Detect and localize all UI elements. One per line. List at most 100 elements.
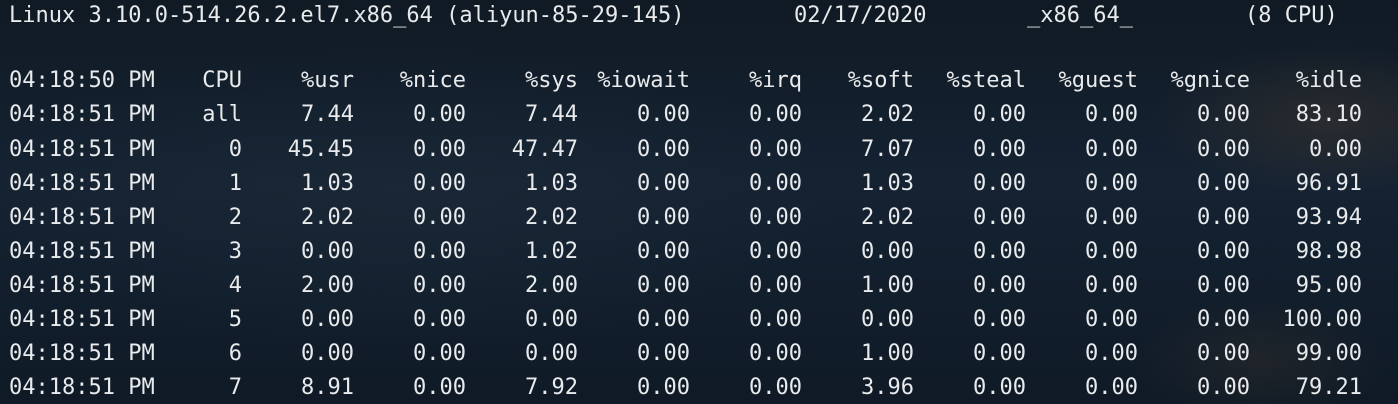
cell-iowait: 0.00 [637, 239, 690, 264]
cell-iowait: 0.00 [637, 341, 690, 366]
table-row: 04:18:51 PM all 7.44 0.00 7.44 0.00 0.00… [9, 99, 1362, 131]
cell-gnice: 0.00 [1197, 171, 1250, 196]
cell-steal: 0.00 [973, 137, 1026, 162]
cell-soft: 2.02 [861, 102, 914, 127]
cell-iowait: 0.00 [637, 171, 690, 196]
cell-idle: 79.21 [1295, 375, 1362, 400]
column-header-guest: %guest [1058, 68, 1138, 93]
table-row: 04:18:51 PM 6 0.00 0.00 0.00 0.00 0.00 1… [9, 338, 1362, 370]
column-header-gnice: %gnice [1170, 68, 1250, 93]
cell-cpu: 2 [228, 205, 242, 230]
cell-idle: 96.91 [1295, 171, 1362, 196]
terminal-window[interactable]: Linux 3.10.0-514.26.2.el7.x86_64 (aliyun… [0, 0, 1398, 404]
cell-cpu: 7 [228, 375, 242, 400]
cell-idle: 100.00 [1282, 307, 1362, 332]
cell-irq: 0.00 [749, 205, 802, 230]
cell-nice: 0.00 [413, 171, 466, 196]
cell-sys: 1.02 [525, 239, 578, 264]
cell-usr: 7.44 [301, 102, 354, 127]
cell-irq: 0.00 [749, 341, 802, 366]
cell-usr: 8.91 [301, 375, 354, 400]
table-row: 04:18:51 PM 4 2.00 0.00 2.00 0.00 0.00 1… [9, 270, 1362, 302]
kernel-info: Linux 3.10.0-514.26.2.el7.x86_64 (aliyun… [9, 3, 685, 28]
cell-usr: 0.00 [301, 341, 354, 366]
cell-steal: 0.00 [973, 375, 1026, 400]
cell-guest: 0.00 [1085, 307, 1138, 332]
cell-iowait: 0.00 [637, 307, 690, 332]
cell-cpu: 4 [228, 273, 242, 298]
table-row: 04:18:51 PM 1 1.03 0.00 1.03 0.00 0.00 1… [9, 168, 1362, 200]
cell-usr: 1.03 [301, 171, 354, 196]
cell-usr: 2.02 [301, 205, 354, 230]
cell-nice: 0.00 [413, 239, 466, 264]
column-header-row: 04:18:50 PM CPU %usr %nice %sys %iowait … [9, 65, 1362, 97]
column-header-idle: %idle [1295, 68, 1362, 93]
cell-nice: 0.00 [413, 307, 466, 332]
cell-idle: 83.10 [1295, 102, 1362, 127]
cell-sys: 7.44 [525, 102, 578, 127]
cell-steal: 0.00 [973, 341, 1026, 366]
cell-irq: 0.00 [749, 273, 802, 298]
cell-nice: 0.00 [413, 205, 466, 230]
cell-soft: 2.02 [861, 205, 914, 230]
cell-time: 04:18:51 PM [9, 137, 155, 162]
cell-soft: 7.07 [861, 137, 914, 162]
cell-time: 04:18:51 PM [9, 102, 155, 127]
cell-guest: 0.00 [1085, 273, 1138, 298]
column-header-cpu: CPU [202, 68, 242, 93]
cell-nice: 0.00 [413, 102, 466, 127]
cell-gnice: 0.00 [1197, 102, 1250, 127]
table-row: 04:18:51 PM 2 2.02 0.00 2.02 0.00 0.00 2… [9, 202, 1362, 234]
cell-gnice: 0.00 [1197, 137, 1250, 162]
cell-iowait: 0.00 [637, 273, 690, 298]
cell-steal: 0.00 [973, 205, 1026, 230]
cell-cpu: 5 [228, 307, 242, 332]
table-row: 04:18:51 PM 0 45.45 0.00 47.47 0.00 0.00… [9, 134, 1362, 166]
cell-soft: 1.03 [861, 171, 914, 196]
cell-sys: 7.92 [525, 375, 578, 400]
cell-sys: 0.00 [525, 341, 578, 366]
cell-time: 04:18:51 PM [9, 341, 155, 366]
cell-irq: 0.00 [749, 137, 802, 162]
cell-idle: 93.94 [1295, 205, 1362, 230]
cell-soft: 1.00 [861, 273, 914, 298]
column-header-usr: %usr [301, 68, 354, 93]
cell-sys: 2.02 [525, 205, 578, 230]
cell-gnice: 0.00 [1197, 307, 1250, 332]
cell-steal: 0.00 [973, 171, 1026, 196]
column-header-soft: %soft [847, 68, 914, 93]
cell-iowait: 0.00 [637, 205, 690, 230]
cell-gnice: 0.00 [1197, 341, 1250, 366]
cpu-count: (8 CPU) [1245, 3, 1338, 28]
cell-gnice: 0.00 [1197, 239, 1250, 264]
cell-soft: 1.00 [861, 341, 914, 366]
cell-usr: 2.00 [301, 273, 354, 298]
column-header-irq: %irq [749, 68, 802, 93]
cell-time: 04:18:51 PM [9, 375, 155, 400]
cell-steal: 0.00 [973, 273, 1026, 298]
cell-soft: 0.00 [861, 307, 914, 332]
report-date: 02/17/2020 [794, 3, 927, 28]
architecture: _x86_64_ [1027, 3, 1133, 28]
cell-guest: 0.00 [1085, 137, 1138, 162]
cell-gnice: 0.00 [1197, 205, 1250, 230]
cell-guest: 0.00 [1085, 205, 1138, 230]
cell-iowait: 0.00 [637, 102, 690, 127]
cell-irq: 0.00 [749, 171, 802, 196]
cell-irq: 0.00 [749, 239, 802, 264]
cell-nice: 0.00 [413, 273, 466, 298]
cell-idle: 99.00 [1295, 341, 1362, 366]
cell-irq: 0.00 [749, 307, 802, 332]
cell-nice: 0.00 [413, 375, 466, 400]
cell-steal: 0.00 [973, 307, 1026, 332]
column-header-nice: %nice [399, 68, 466, 93]
cell-idle: 98.98 [1295, 239, 1362, 264]
cell-cpu: 3 [228, 239, 242, 264]
cell-irq: 0.00 [749, 375, 802, 400]
cell-guest: 0.00 [1085, 341, 1138, 366]
cell-time: 04:18:51 PM [9, 205, 155, 230]
cell-cpu: 6 [228, 341, 242, 366]
cell-soft: 0.00 [861, 239, 914, 264]
cell-gnice: 0.00 [1197, 273, 1250, 298]
cell-soft: 3.96 [861, 375, 914, 400]
